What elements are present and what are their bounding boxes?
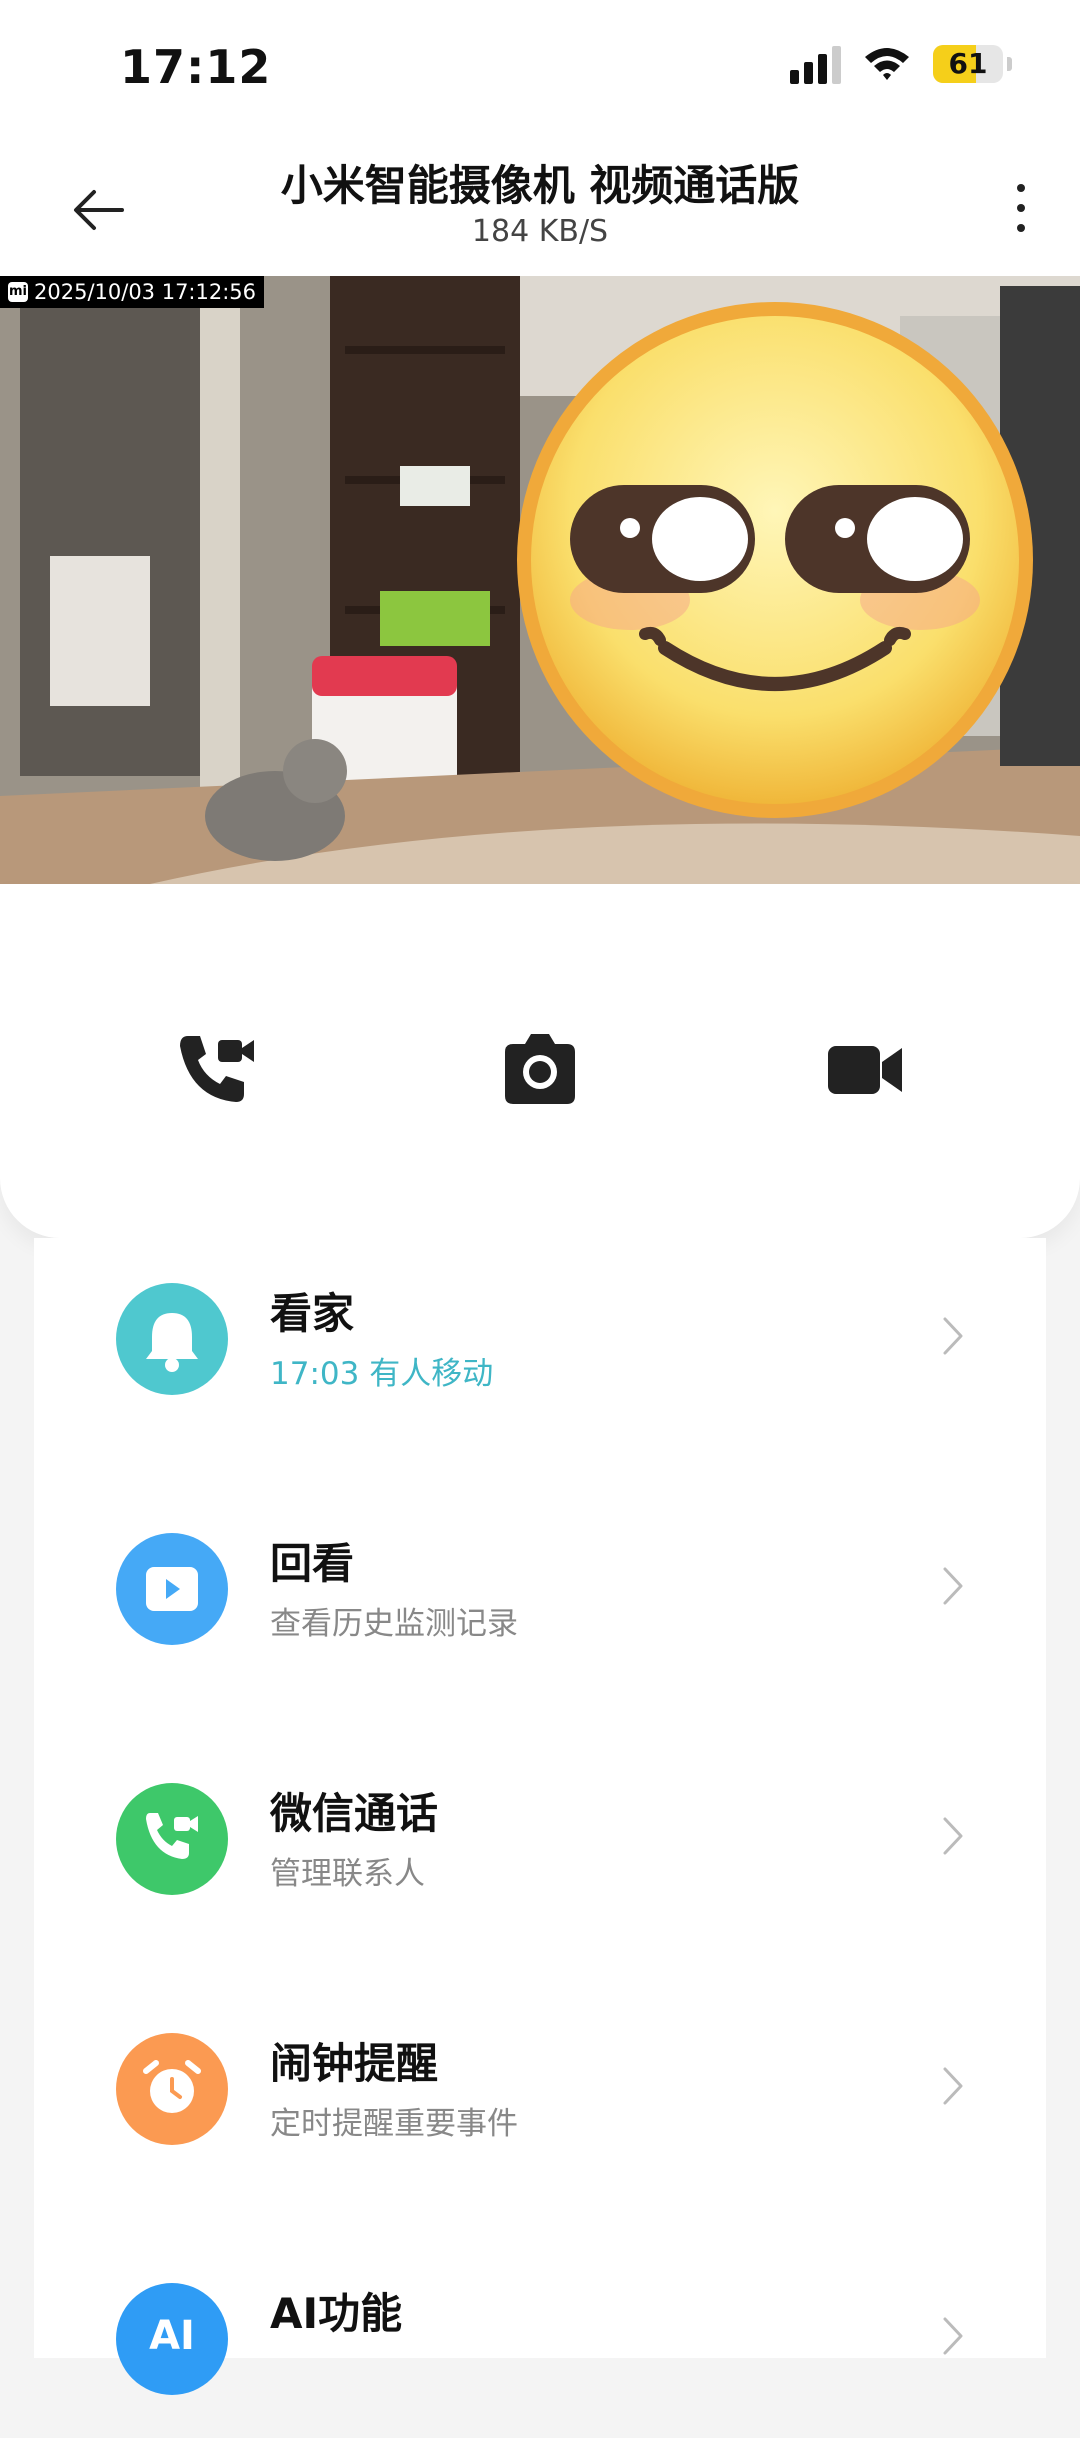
top-nav: 小米智能摄像机 视频通话版 184 KB/S (0, 140, 1080, 276)
alarm-clock-icon (116, 2033, 228, 2145)
bitrate-label: 184 KB/S (471, 214, 609, 249)
list-item-wechat-call[interactable]: 微信通话 管理联系人 (34, 1738, 1046, 1938)
list-item-home-watch[interactable]: 看家 17:03 有人移动 (34, 1238, 1046, 1438)
list-item-title: AI功能 (270, 2289, 403, 2338)
record-button[interactable] (820, 1024, 910, 1114)
battery-tip (1007, 57, 1012, 71)
list-item-title: 回看 (270, 1539, 355, 1588)
emoji-sticker (517, 302, 1033, 818)
list-item-subtitle: 17:03 有人移动 (270, 1356, 494, 1392)
timestamp-text: 2025/10/03 17:12:56 (34, 280, 257, 304)
signal-icon (790, 44, 841, 84)
phone-video-icon (116, 1783, 228, 1895)
video-timestamp: mi 2025/10/03 17:12:56 (0, 276, 265, 308)
more-menu-icon[interactable] (1006, 178, 1036, 238)
feature-list: 看家 17:03 有人移动 回看 查看历史监测记录 微信通话 管理联系人 闹钟提… (34, 1238, 1046, 2395)
chevron-right-icon (943, 2067, 963, 2105)
list-item-title: 微信通话 (270, 1789, 439, 1838)
list-item-title: 看家 (270, 1289, 355, 1338)
page-title: 小米智能摄像机 视频通话版 (280, 161, 800, 210)
list-item-alarm[interactable]: 闹钟提醒 定时提醒重要事件 (34, 1988, 1046, 2188)
list-item-title: 闹钟提醒 (270, 2039, 439, 2088)
wifi-icon (865, 48, 909, 80)
list-item-subtitle: 管理联系人 (270, 1856, 425, 1892)
chevron-right-icon (943, 1567, 963, 1605)
live-video[interactable]: mi 2025/10/03 17:12:56 (0, 276, 1080, 884)
status-bar: 17:12 61 (0, 0, 1080, 140)
battery-icon: 61 (933, 45, 1003, 83)
status-icons: 61 (790, 44, 1012, 84)
bell-icon (116, 1283, 228, 1395)
ai-icon: AI (116, 2283, 228, 2395)
quick-actions (0, 884, 1080, 1238)
list-item-subtitle: 查看历史监测记录 (270, 1606, 518, 1642)
video-call-button[interactable] (170, 1024, 260, 1114)
ai-badge: AI (149, 2313, 195, 2359)
chevron-right-icon (943, 2317, 963, 2355)
mi-logo-icon: mi (8, 282, 28, 302)
play-icon (116, 1533, 228, 1645)
status-time: 17:12 (120, 40, 272, 94)
list-item-playback[interactable]: 回看 查看历史监测记录 (34, 1488, 1046, 1688)
chevron-right-icon (943, 1817, 963, 1855)
list-item-subtitle: 定时提醒重要事件 (270, 2106, 518, 2142)
snapshot-button[interactable] (495, 1024, 585, 1114)
list-item-ai[interactable]: AI AI功能 (34, 2238, 1046, 2438)
battery-level: 61 (948, 47, 988, 80)
chevron-right-icon (943, 1317, 963, 1355)
